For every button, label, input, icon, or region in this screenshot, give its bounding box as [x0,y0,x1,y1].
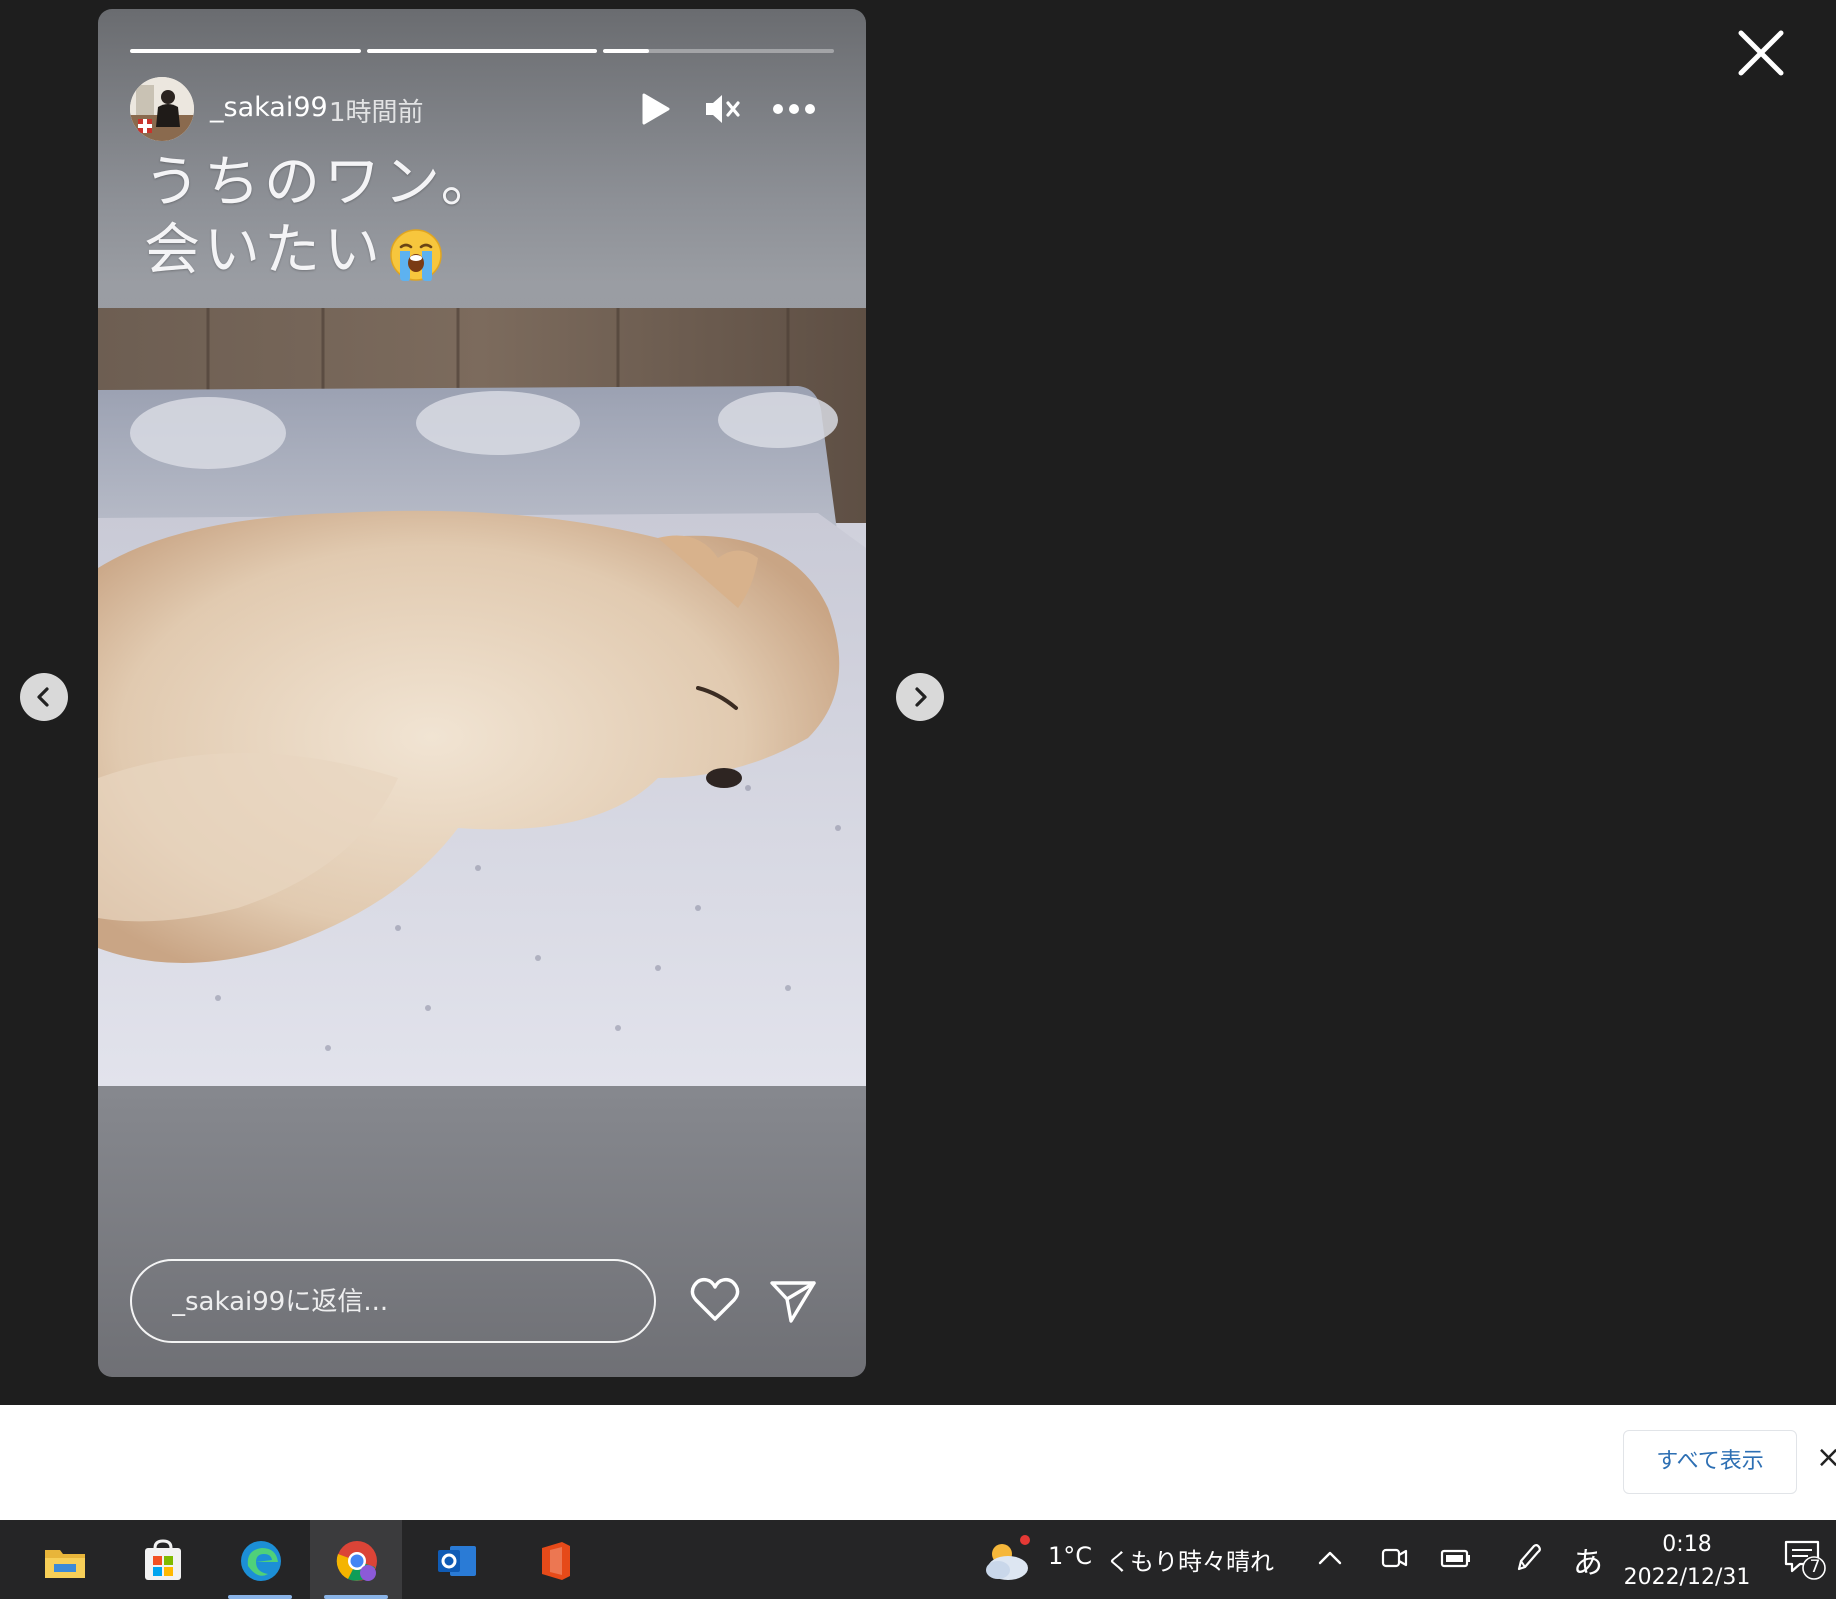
avatar-image [130,77,194,141]
next-story-button[interactable] [896,673,944,721]
ime-mode-indicator[interactable]: あ [1573,1538,1603,1582]
weather-temperature[interactable]: 1°C [1048,1542,1092,1570]
story-photo [98,308,866,1086]
progress-segment [366,49,598,53]
close-viewer-button[interactable] [1730,22,1792,84]
meet-now-icon[interactable] [1376,1540,1412,1576]
caption-line-2: 会いたい [144,217,501,285]
taskbar-edge[interactable] [214,1520,306,1599]
taskbar: 1°C くもり時々晴れ あ 0:18 2022/12/31 7 [0,1520,1836,1599]
story-header: _sakai99 1時間前 [130,77,834,141]
caption-line-2-text: 会いたい [144,218,384,283]
reply-field[interactable] [130,1259,656,1343]
heart-icon [690,1277,740,1321]
chrome-icon [336,1541,377,1581]
reply-input[interactable] [170,1279,634,1325]
story-progress-bar [130,49,835,53]
running-indicator [324,1595,388,1599]
chevron-left-icon [37,687,49,707]
send-button[interactable] [766,1273,820,1327]
play-button[interactable] [638,87,674,131]
battery-icon[interactable] [1438,1540,1474,1576]
chevron-up-icon[interactable] [1312,1540,1348,1576]
progress-segment [603,49,835,53]
notification-bar: すべて表示 × [0,1405,1836,1520]
microsoft-store-icon [145,1539,181,1580]
chevron-right-icon [915,687,927,707]
mute-icon [706,95,740,123]
play-icon [642,93,670,125]
taskbar-microsoft-store[interactable] [116,1520,208,1599]
clock-date: 2022/12/31 [1623,1565,1751,1590]
clock[interactable]: 0:18 2022/12/31 [1612,1528,1762,1594]
close-icon [1738,30,1784,76]
avatar[interactable] [130,77,194,141]
notification-count-badge: 7 [1809,1557,1821,1577]
sleeping-puppy-image [98,308,866,1086]
more-icon [773,104,815,114]
mute-button[interactable] [702,87,742,131]
send-icon [770,1281,816,1323]
weather-description[interactable]: くもり時々晴れ [1106,1542,1274,1577]
taskbar-office[interactable] [508,1520,600,1599]
story-card[interactable]: _sakai99 1時間前 うちのワン。 会いたい _sakai99に返信... [98,9,866,1377]
outlook-icon [438,1546,476,1576]
story-time: 1時間前 [329,98,424,128]
edge-icon [241,1541,281,1581]
story-viewer: _sakai99 1時間前 うちのワン。 会いたい _sakai99に返信... [0,0,1836,1405]
more-options-button[interactable] [770,87,818,131]
caption-line-1: うちのワン。 [144,150,501,215]
story-username[interactable]: _sakai99 [210,92,328,123]
clock-time: 0:18 [1662,1532,1712,1557]
like-button[interactable] [688,1273,742,1327]
loudly-crying-face-emoji [390,228,442,281]
taskbar-file-explorer[interactable] [18,1520,110,1599]
pen-icon[interactable] [1510,1540,1546,1576]
weather-icon[interactable] [980,1534,1034,1586]
taskbar-chrome[interactable] [310,1520,402,1599]
story-caption: うちのワン。 会いたい [144,149,501,285]
taskbar-outlook[interactable] [410,1520,502,1599]
office-icon [542,1542,570,1580]
file-explorer-icon [45,1550,85,1578]
previous-story-button[interactable] [20,673,68,721]
show-all-button[interactable]: すべて表示 [1623,1430,1797,1494]
running-indicator [228,1595,292,1599]
close-notification-button[interactable]: × [1816,1440,1836,1475]
progress-segment [130,49,361,53]
